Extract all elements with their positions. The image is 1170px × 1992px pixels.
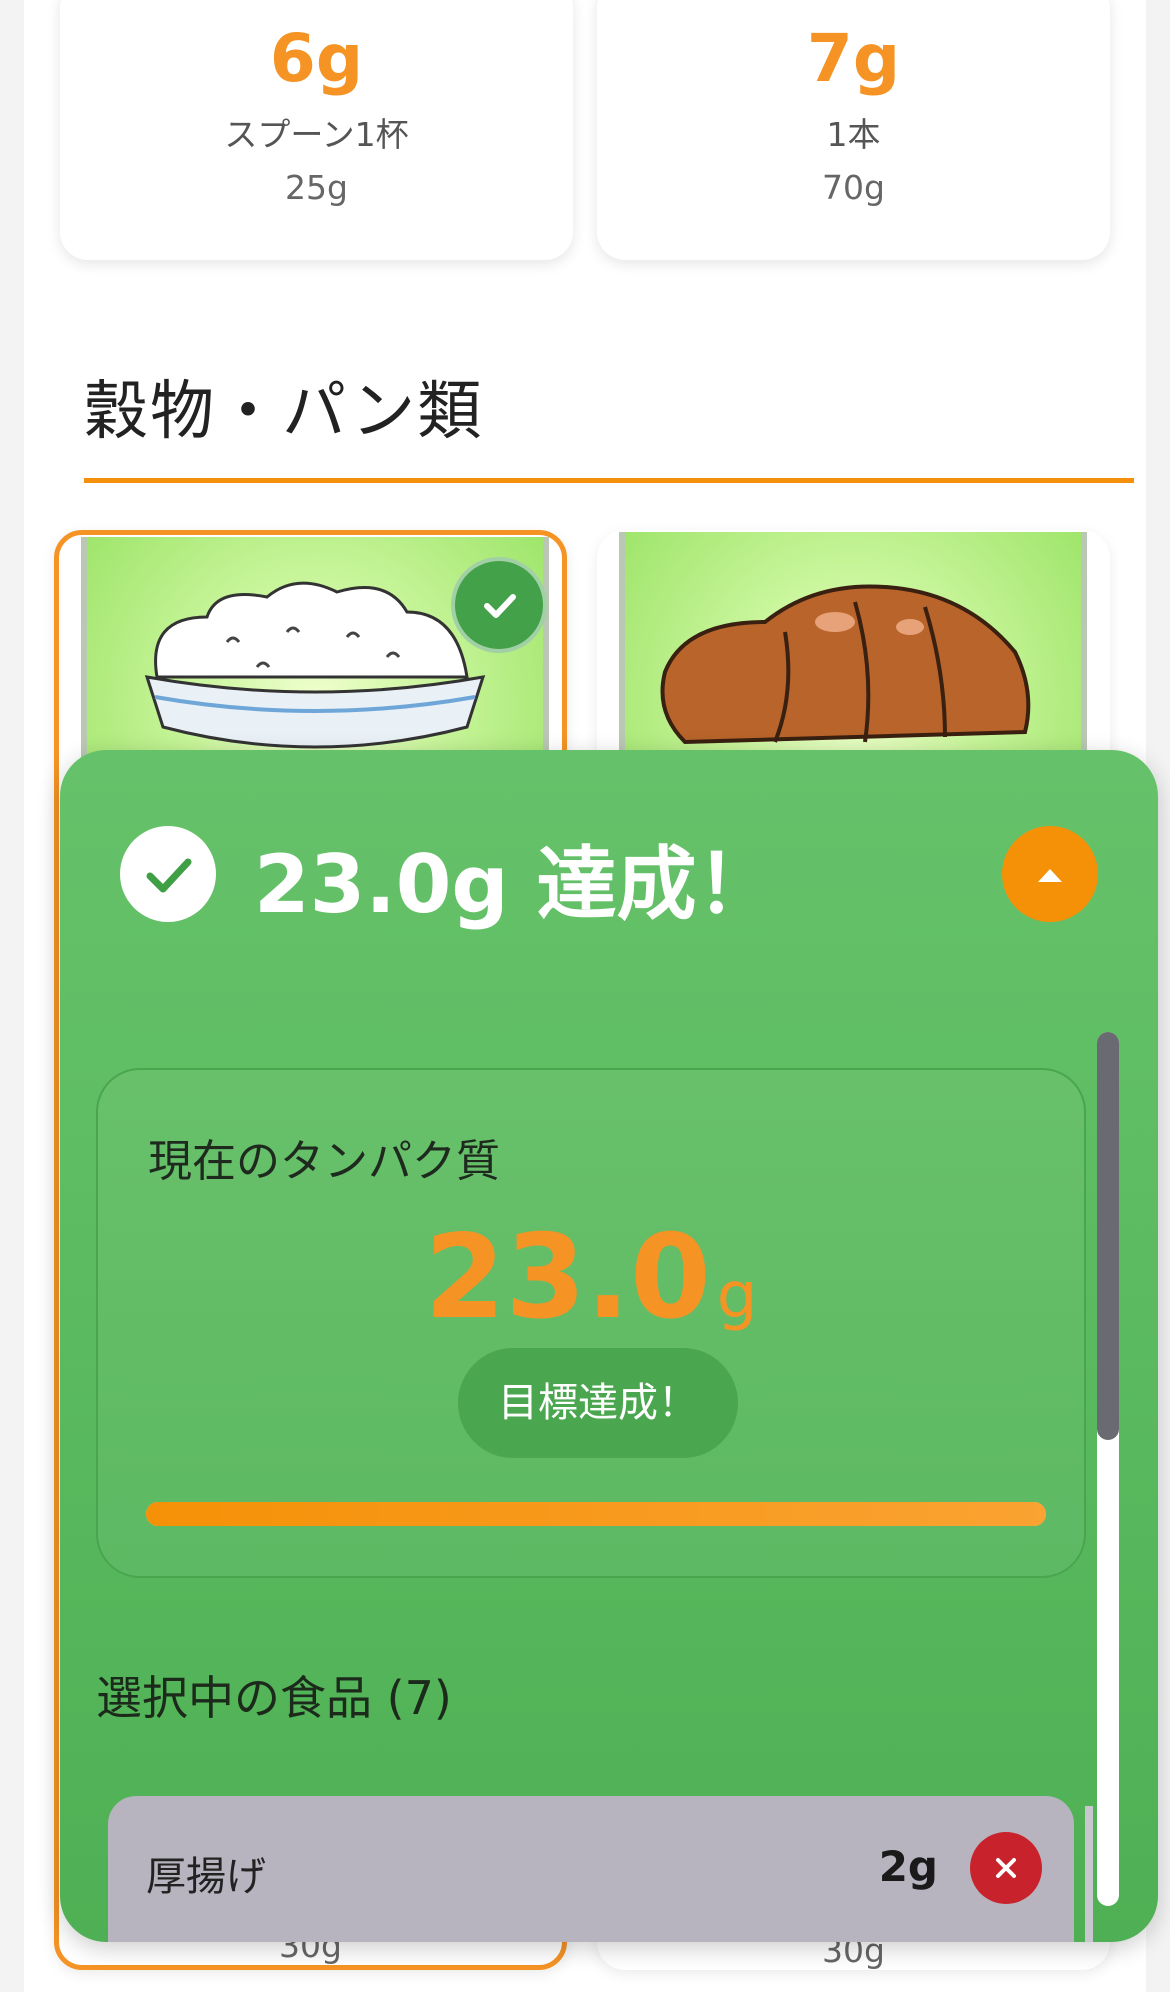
scrollbar-thumb[interactable] [1097, 1032, 1119, 1440]
food-protein: 7g [806, 20, 901, 97]
food-unit: 1本 [826, 115, 881, 154]
close-icon [996, 1858, 1016, 1878]
food-card-top-left[interactable]: 6g スプーン1杯 25g [60, 0, 573, 260]
protein-summary-sheet: 23.0g 達成！ 現在のタンパク質 23.0g 目標達成！ 選択中の食品 (7… [60, 750, 1158, 1942]
section-divider [84, 478, 1134, 483]
selected-food-name: 厚揚げ [146, 1854, 266, 1900]
list-edge [1085, 1806, 1093, 1942]
protein-progress-fill [146, 1502, 1046, 1526]
page: 6g スプーン1杯 25g 7g 1本 70g 穀物・パン類 30g 30g 2… [24, 0, 1158, 1992]
selected-check-icon [451, 557, 547, 653]
remove-food-button[interactable] [970, 1832, 1042, 1904]
current-protein-card: 現在のタンパク質 23.0g 目標達成！ [96, 1068, 1086, 1578]
selected-foods-title: 選択中の食品 (7) [96, 1671, 452, 1725]
selected-food-protein: 2g [878, 1842, 938, 1891]
selected-food-item[interactable]: 厚揚げ 2g [108, 1796, 1074, 1942]
protein-number: 23.0 [424, 1210, 711, 1345]
croissant-illustration [660, 584, 1031, 745]
food-unit: スプーン1杯 [224, 115, 409, 154]
food-grams: 25g [285, 168, 348, 207]
section-title: 穀物・パン類 [84, 375, 484, 449]
caret-up-icon [1038, 869, 1062, 882]
protein-progress-bar [146, 1502, 1046, 1526]
goal-achieved-badge: 目標達成！ [458, 1348, 738, 1458]
current-protein-value: 23.0g [98, 1210, 1084, 1345]
food-protein: 6g [269, 20, 364, 97]
protein-unit: g [716, 1259, 758, 1333]
goal-achieved-title: 23.0g 達成！ [254, 838, 777, 931]
current-protein-label: 現在のタンパク質 [148, 1136, 500, 1187]
food-grams: 70g [822, 168, 885, 207]
goal-check-icon [120, 826, 216, 922]
croissant-image [619, 532, 1087, 772]
collapse-sheet-button[interactable] [1002, 826, 1098, 922]
food-card-top-right[interactable]: 7g 1本 70g [597, 0, 1110, 260]
